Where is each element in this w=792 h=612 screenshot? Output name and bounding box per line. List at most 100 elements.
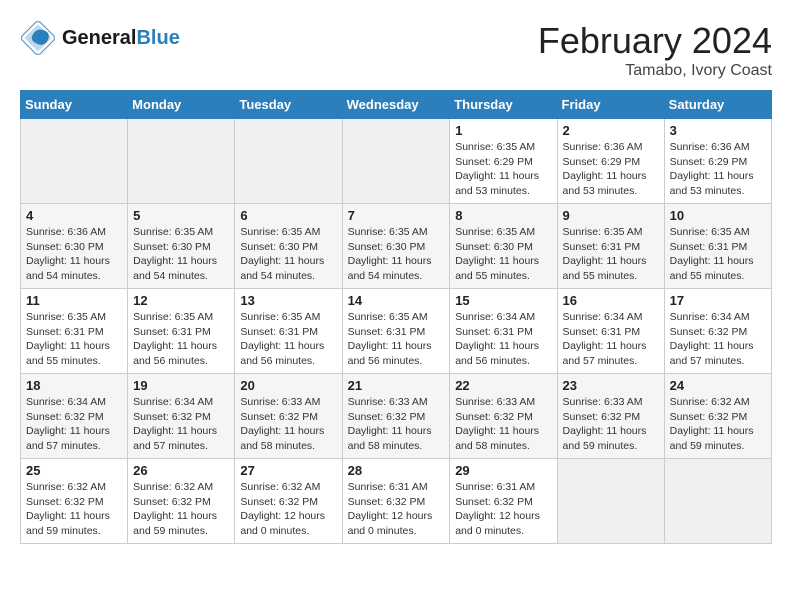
week-row-2: 4 Sunrise: 6:36 AMSunset: 6:30 PMDaylight… <box>21 204 772 289</box>
calendar-cell: 3 Sunrise: 6:36 AMSunset: 6:29 PMDaylight… <box>664 119 771 204</box>
day-info: Sunrise: 6:33 AMSunset: 6:32 PMDaylight:… <box>240 395 336 454</box>
day-number: 8 <box>455 208 551 223</box>
day-number: 16 <box>563 293 659 308</box>
day-info: Sunrise: 6:36 AMSunset: 6:29 PMDaylight:… <box>563 140 659 199</box>
day-info: Sunrise: 6:35 AMSunset: 6:30 PMDaylight:… <box>133 225 229 284</box>
week-row-5: 25 Sunrise: 6:32 AMSunset: 6:32 PMDayligh… <box>21 459 772 544</box>
calendar-cell: 12 Sunrise: 6:35 AMSunset: 6:31 PMDayligh… <box>128 289 235 374</box>
header-wednesday: Wednesday <box>342 91 450 119</box>
day-number: 1 <box>455 123 551 138</box>
calendar-table: SundayMondayTuesdayWednesdayThursdayFrid… <box>20 90 772 544</box>
calendar-cell: 27 Sunrise: 6:32 AMSunset: 6:32 PMDayligh… <box>235 459 342 544</box>
calendar-cell: 7 Sunrise: 6:35 AMSunset: 6:30 PMDaylight… <box>342 204 450 289</box>
calendar-cell: 26 Sunrise: 6:32 AMSunset: 6:32 PMDayligh… <box>128 459 235 544</box>
day-number: 27 <box>240 463 336 478</box>
calendar-cell: 29 Sunrise: 6:31 AMSunset: 6:32 PMDayligh… <box>450 459 557 544</box>
header-thursday: Thursday <box>450 91 557 119</box>
week-row-3: 11 Sunrise: 6:35 AMSunset: 6:31 PMDayligh… <box>21 289 772 374</box>
calendar-cell: 22Sunrise: 6:33 AMSunset: 6:32 PMDayligh… <box>450 374 557 459</box>
calendar-cell: 14 Sunrise: 6:35 AMSunset: 6:31 PMDayligh… <box>342 289 450 374</box>
page-header: GeneralBlue February 2024 Tamabo, Ivory … <box>20 20 772 80</box>
day-number: 13 <box>240 293 336 308</box>
day-number: 2 <box>563 123 659 138</box>
logo-text: GeneralBlue <box>62 27 180 49</box>
day-info: Sunrise: 6:35 AMSunset: 6:30 PMDaylight:… <box>240 225 336 284</box>
day-number: 23 <box>563 378 659 393</box>
day-number: 17 <box>670 293 766 308</box>
day-info: Sunrise: 6:32 AMSunset: 6:32 PMDaylight:… <box>133 480 229 539</box>
calendar-cell: 8Sunrise: 6:35 AMSunset: 6:30 PMDaylight… <box>450 204 557 289</box>
day-info: Sunrise: 6:35 AMSunset: 6:31 PMDaylight:… <box>26 310 122 369</box>
day-info: Sunrise: 6:35 AMSunset: 6:31 PMDaylight:… <box>240 310 336 369</box>
day-number: 18 <box>26 378 122 393</box>
title-block: February 2024 Tamabo, Ivory Coast <box>538 20 772 80</box>
calendar-cell: 13 Sunrise: 6:35 AMSunset: 6:31 PMDayligh… <box>235 289 342 374</box>
day-number: 25 <box>26 463 122 478</box>
day-info: Sunrise: 6:34 AMSunset: 6:32 PMDaylight:… <box>670 310 766 369</box>
calendar-cell: 28Sunrise: 6:31 AMSunset: 6:32 PMDayligh… <box>342 459 450 544</box>
day-number: 5 <box>133 208 229 223</box>
day-number: 15 <box>455 293 551 308</box>
day-number: 19 <box>133 378 229 393</box>
day-number: 12 <box>133 293 229 308</box>
header-saturday: Saturday <box>664 91 771 119</box>
header-sunday: Sunday <box>21 91 128 119</box>
day-info: Sunrise: 6:32 AMSunset: 6:32 PMDaylight:… <box>26 480 122 539</box>
day-number: 4 <box>26 208 122 223</box>
calendar-cell: 15 Sunrise: 6:34 AMSunset: 6:31 PMDayligh… <box>450 289 557 374</box>
day-info: Sunrise: 6:36 AMSunset: 6:29 PMDaylight:… <box>670 140 766 199</box>
calendar-cell: 19 Sunrise: 6:34 AMSunset: 6:32 PMDayligh… <box>128 374 235 459</box>
calendar-cell <box>557 459 664 544</box>
day-number: 20 <box>240 378 336 393</box>
day-number: 29 <box>455 463 551 478</box>
calendar-cell: 16 Sunrise: 6:34 AMSunset: 6:31 PMDayligh… <box>557 289 664 374</box>
day-number: 22 <box>455 378 551 393</box>
calendar-cell: 2 Sunrise: 6:36 AMSunset: 6:29 PMDaylight… <box>557 119 664 204</box>
day-number: 24 <box>670 378 766 393</box>
day-info: Sunrise: 6:33 AMSunset: 6:32 PMDaylight:… <box>563 395 659 454</box>
day-number: 3 <box>670 123 766 138</box>
day-info: Sunrise: 6:34 AMSunset: 6:31 PMDaylight:… <box>563 310 659 369</box>
calendar-cell: 6Sunrise: 6:35 AMSunset: 6:30 PMDaylight… <box>235 204 342 289</box>
calendar-cell: 18Sunrise: 6:34 AMSunset: 6:32 PMDayligh… <box>21 374 128 459</box>
day-info: Sunrise: 6:36 AMSunset: 6:30 PMDaylight:… <box>26 225 122 284</box>
day-number: 26 <box>133 463 229 478</box>
calendar-cell <box>21 119 128 204</box>
calendar-cell: 20 Sunrise: 6:33 AMSunset: 6:32 PMDayligh… <box>235 374 342 459</box>
day-info: Sunrise: 6:35 AMSunset: 6:31 PMDaylight:… <box>348 310 445 369</box>
page-subtitle: Tamabo, Ivory Coast <box>538 62 772 80</box>
calendar-cell: 17 Sunrise: 6:34 AMSunset: 6:32 PMDayligh… <box>664 289 771 374</box>
day-number: 14 <box>348 293 445 308</box>
day-info: Sunrise: 6:35 AMSunset: 6:31 PMDaylight:… <box>670 225 766 284</box>
week-row-4: 18 Sunrise: 6:34 AMSunset: 6:32 PMDayligh… <box>21 374 772 459</box>
day-info: Sunrise: 6:33 AMSunset: 6:32 PMDaylight:… <box>348 395 445 454</box>
day-info: Sunrise: 6:31 AMSunset: 6:32 PMDaylight:… <box>455 480 551 539</box>
calendar-cell: 4 Sunrise: 6:36 AMSunset: 6:30 PMDaylight… <box>21 204 128 289</box>
page-title: February 2024 <box>538 20 772 62</box>
calendar-header-row: SundayMondayTuesdayWednesdayThursdayFrid… <box>21 91 772 119</box>
header-friday: Friday <box>557 91 664 119</box>
day-info: Sunrise: 6:35 AMSunset: 6:31 PMDaylight:… <box>563 225 659 284</box>
calendar-cell: 25 Sunrise: 6:32 AMSunset: 6:32 PMDayligh… <box>21 459 128 544</box>
day-info: Sunrise: 6:34 AMSunset: 6:32 PMDaylight:… <box>133 395 229 454</box>
day-info: Sunrise: 6:35 AMSunset: 6:31 PMDaylight:… <box>133 310 229 369</box>
calendar-cell <box>342 119 450 204</box>
calendar-cell <box>128 119 235 204</box>
day-number: 7 <box>348 208 445 223</box>
calendar-cell <box>664 459 771 544</box>
day-info: Sunrise: 6:35 AMSunset: 6:30 PMDaylight:… <box>348 225 445 284</box>
day-info: Sunrise: 6:34 AMSunset: 6:31 PMDaylight:… <box>455 310 551 369</box>
calendar-cell: 23 Sunrise: 6:33 AMSunset: 6:32 PMDayligh… <box>557 374 664 459</box>
calendar-cell: 10 Sunrise: 6:35 AMSunset: 6:31 PMDayligh… <box>664 204 771 289</box>
day-info: Sunrise: 6:32 AMSunset: 6:32 PMDaylight:… <box>670 395 766 454</box>
day-info: Sunrise: 6:32 AMSunset: 6:32 PMDaylight:… <box>240 480 336 539</box>
day-number: 9 <box>563 208 659 223</box>
day-number: 10 <box>670 208 766 223</box>
header-tuesday: Tuesday <box>235 91 342 119</box>
logo: GeneralBlue <box>20 20 180 56</box>
logo-icon <box>20 20 56 56</box>
calendar-cell: 24 Sunrise: 6:32 AMSunset: 6:32 PMDayligh… <box>664 374 771 459</box>
day-number: 21 <box>348 378 445 393</box>
calendar-cell: 21 Sunrise: 6:33 AMSunset: 6:32 PMDayligh… <box>342 374 450 459</box>
day-number: 11 <box>26 293 122 308</box>
